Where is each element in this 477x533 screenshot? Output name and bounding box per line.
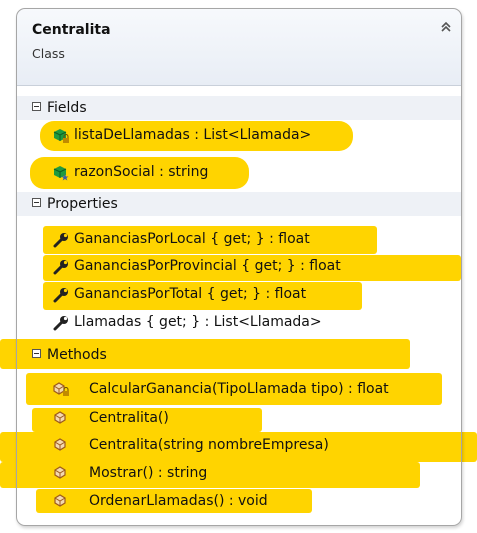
private-method-icon — [53, 382, 69, 396]
method-icon — [54, 494, 66, 507]
field-item-label: razonSocial : string — [74, 164, 209, 180]
class-stereotype: Class — [32, 46, 65, 61]
property-item-label: GananciasPorTotal { get; } : float — [74, 286, 307, 302]
method-item-label: Mostrar() : string — [89, 465, 208, 481]
method-icon — [54, 466, 66, 479]
private-field-icon — [53, 129, 69, 143]
fields-section-label: Fields — [47, 100, 87, 116]
protected-field-icon — [53, 166, 69, 181]
method-item-label: OrdenarLlamadas() : void — [89, 493, 268, 509]
property-item-label: Llamadas { get; } : List<Llamada> — [74, 314, 322, 330]
class-name: Centralita — [32, 22, 111, 38]
properties-collapse-toggle-icon[interactable] — [32, 198, 41, 207]
methods-section-label: Methods — [47, 347, 107, 363]
property-wrench-icon — [53, 260, 68, 275]
property-wrench-icon — [53, 316, 68, 331]
method-item-label: Centralita() — [89, 410, 169, 426]
method-icon — [54, 411, 66, 424]
collapse-chevrons-icon[interactable] — [438, 19, 454, 35]
method-item-label: Centralita(string nombreEmpresa) — [89, 437, 329, 453]
fields-collapse-toggle-icon[interactable] — [32, 102, 41, 111]
property-wrench-icon — [53, 288, 68, 303]
property-item-label: GananciasPorProvincial { get; } : float — [74, 258, 341, 274]
field-item-label: listaDeLlamadas : List<Llamada> — [74, 127, 312, 143]
property-item-label: GananciasPorLocal { get; } : float — [74, 231, 310, 247]
method-icon — [54, 438, 66, 451]
properties-section-label: Properties — [47, 196, 118, 212]
method-item-label: CalcularGanancia(TipoLlamada tipo) : flo… — [89, 381, 389, 397]
property-wrench-icon — [53, 233, 68, 248]
methods-collapse-toggle-icon[interactable] — [32, 349, 41, 358]
